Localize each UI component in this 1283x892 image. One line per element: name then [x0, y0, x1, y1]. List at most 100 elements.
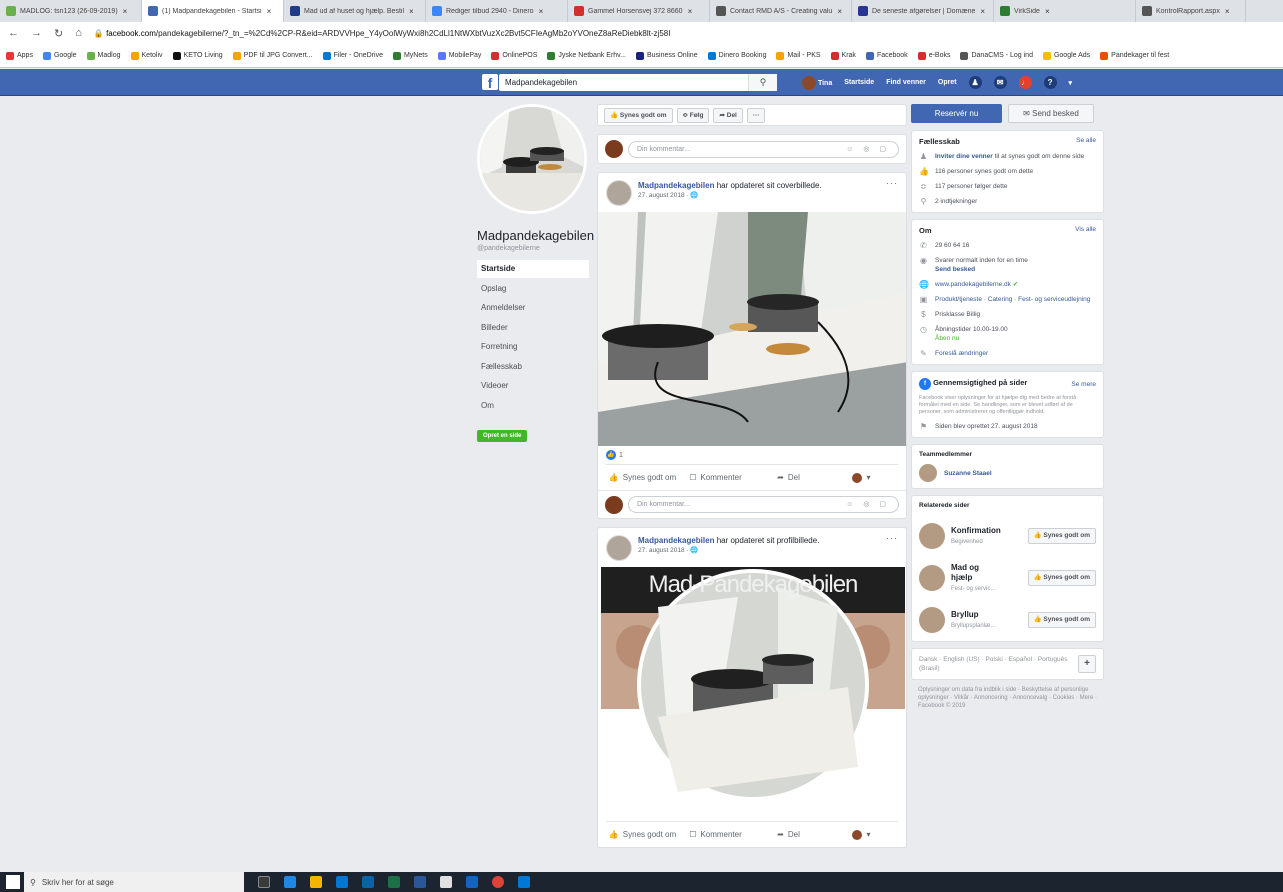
file-explorer-icon[interactable]	[310, 876, 322, 888]
home-icon[interactable]: ⌂	[75, 27, 82, 39]
bookmark-item[interactable]: Dinero Booking	[707, 51, 766, 60]
find-friends-link[interactable]: Find venner	[886, 79, 926, 86]
reserve-button[interactable]: Reservér nu	[911, 104, 1002, 123]
bookmark-item[interactable]: OnlinePOS	[491, 51, 537, 60]
start-icon[interactable]	[6, 875, 20, 889]
browser-tab[interactable]: Contact RMD A/S - Creating valu ×	[710, 0, 852, 22]
close-icon[interactable]: ×	[1045, 7, 1050, 16]
follow-button[interactable]: ≎ Følg	[676, 107, 710, 123]
bookmark-item[interactable]: Google	[42, 51, 77, 60]
related-page-name[interactable]: Bryllup Bryllupsplanlæ...	[951, 610, 1001, 631]
store-icon[interactable]	[336, 876, 348, 888]
bookmark-item[interactable]: Google Ads	[1042, 51, 1090, 60]
related-page-avatar[interactable]	[919, 565, 945, 591]
like-related-page-button[interactable]: 👍 Synes godt om	[1027, 612, 1096, 628]
browser-tab[interactable]: (1) Madpandekagebilen - Startsi ×	[142, 0, 284, 22]
reload-icon[interactable]: ↻	[54, 27, 63, 40]
bookmark-item[interactable]: PDF til JPG Convert...	[232, 51, 313, 60]
send-message-button[interactable]: ✉ Send besked	[1008, 104, 1094, 123]
app-icon[interactable]	[518, 876, 530, 888]
send-message-link[interactable]: Send besked	[935, 266, 975, 273]
page-nav-item[interactable]: Om	[477, 397, 589, 415]
browser-tab[interactable]: VirkSide ×	[994, 0, 1136, 22]
bookmark-item[interactable]: Facebook	[865, 51, 908, 60]
related-page-name[interactable]: Konfirmation Begivenhed	[951, 526, 1001, 547]
post-like-button[interactable]: 👍 Synes godt om	[606, 473, 679, 482]
browser-tab[interactable]: KontrolRapport.aspx ×	[1136, 0, 1246, 22]
suggest-edits-link[interactable]: Foreslå ændringer	[935, 349, 988, 358]
post-menu-icon[interactable]: ···	[886, 533, 898, 543]
emoji-icons[interactable]: ☺ ◎ ▢	[846, 142, 890, 157]
bookmark-item[interactable]: Jyske Netbank Erhv...	[547, 51, 626, 60]
forward-icon[interactable]: →	[31, 27, 42, 39]
help-icon[interactable]: ?	[1043, 76, 1057, 89]
post-date[interactable]: 27. august 2018 · 🌐	[638, 191, 822, 199]
page-nav-item[interactable]: Opslag	[477, 280, 589, 298]
bookmark-item[interactable]: Madlog	[86, 51, 121, 60]
category-link[interactable]: Produkt/tjeneste · Catering · Fest- og s…	[935, 295, 1090, 304]
taskbar-search-input[interactable]: ⚲ Skriv her for at søge	[24, 872, 244, 892]
close-icon[interactable]: ×	[688, 7, 693, 16]
facebook-logo-icon[interactable]: f	[482, 74, 498, 91]
notifications-icon[interactable]: ♩	[1018, 76, 1032, 89]
bookmark-item[interactable]: Krak	[830, 51, 856, 60]
browser-tab[interactable]: MADLOG: tsn123 (26-09-2019) ×	[0, 0, 142, 22]
see-all-link[interactable]: Vis alle	[1075, 226, 1096, 235]
mail-icon[interactable]	[362, 876, 374, 888]
bookmark-item[interactable]: Business Online	[636, 51, 698, 60]
home-link[interactable]: Startside	[844, 79, 874, 86]
close-icon[interactable]: ×	[1225, 7, 1230, 16]
task-view-icon[interactable]	[258, 876, 270, 888]
bookmark-item[interactable]: Pandekager til fest	[1100, 51, 1169, 60]
close-icon[interactable]: ×	[980, 7, 985, 16]
search-icon[interactable]: ⚲	[748, 74, 777, 91]
browser-tab[interactable]: De seneste afgørelser | Domæne ×	[852, 0, 994, 22]
more-button[interactable]: ···	[746, 107, 766, 123]
edge-icon[interactable]	[284, 876, 296, 888]
comment-input[interactable]: Din kommentar... ☺ ◎ ▢	[628, 140, 899, 158]
browser-tab[interactable]: Gammel Horsensvej 372 8660 ×	[568, 0, 710, 22]
create-link[interactable]: Opret	[938, 79, 957, 86]
bookmark-item[interactable]: DanaCMS - Log ind	[960, 51, 1033, 60]
page-nav-item[interactable]: Billeder	[477, 319, 589, 337]
create-page-button[interactable]: Opret en side	[477, 430, 528, 442]
post-date[interactable]: 27. august 2018 · 🌐	[638, 546, 819, 554]
emoji-icons[interactable]: ☺ ◎ ▢	[846, 497, 890, 512]
avatar[interactable]	[606, 180, 632, 206]
bookmark-item[interactable]: Mail - PKS	[776, 51, 821, 60]
bookmark-item[interactable]: MobilePay	[437, 51, 481, 60]
bookmark-item[interactable]: MyNets	[392, 51, 428, 60]
profile-link[interactable]: Tina	[802, 75, 832, 90]
close-icon[interactable]: ×	[267, 7, 272, 16]
reactions-summary[interactable]: 👍 1	[598, 446, 906, 464]
search-input[interactable]: Madpandekagebilen	[499, 74, 777, 91]
chrome-icon[interactable]	[492, 876, 504, 888]
page-nav-item[interactable]: Anmeldelser	[477, 299, 589, 317]
messenger-icon[interactable]: ✉	[993, 76, 1007, 89]
browser-tab[interactable]: Mad ud af huset og hjælp. Bestil ×	[284, 0, 426, 22]
related-page-avatar[interactable]	[919, 607, 945, 633]
post-audience-selector[interactable]: ▾	[825, 829, 898, 840]
close-icon[interactable]: ×	[539, 7, 544, 16]
close-icon[interactable]: ×	[837, 7, 842, 16]
like-related-page-button[interactable]: 👍 Synes godt om	[1027, 570, 1096, 586]
avatar[interactable]	[606, 535, 632, 561]
page-nav-item[interactable]: Fællesskab	[477, 358, 589, 376]
post-share-button[interactable]: ➦ Del	[752, 473, 825, 482]
website-link[interactable]: www.pandekagebilerne.dk ✔	[935, 280, 1018, 289]
profile-photo-post[interactable]: Mad-Pandekagebilen	[598, 567, 906, 821]
post-like-button[interactable]: 👍 Synes godt om	[606, 830, 679, 839]
footer-links[interactable]: Oplysninger om data fra indblik i side ·…	[911, 686, 1104, 710]
language-links[interactable]: Dansk · English (US) · Polski · Español …	[919, 655, 1069, 673]
post-comment-button[interactable]: ☐ Kommenter	[679, 830, 752, 839]
chevron-down-icon[interactable]: ▾	[1069, 79, 1073, 87]
ie-icon[interactable]	[466, 876, 478, 888]
post-comment-button[interactable]: ☐ Kommenter	[679, 473, 752, 482]
cover-photo[interactable]	[598, 212, 906, 446]
like-page-button[interactable]: 👍 Synes godt om	[604, 107, 673, 123]
page-handle[interactable]: @pandekagebilerne	[477, 245, 589, 252]
page-nav-item[interactable]: Videoer	[477, 377, 589, 395]
related-page-name[interactable]: Mad og hjælp Fest- og servic...	[951, 563, 1001, 594]
bookmark-item[interactable]: Ketoliv	[130, 51, 163, 60]
bookmark-item[interactable]: KETO Living	[172, 51, 223, 60]
